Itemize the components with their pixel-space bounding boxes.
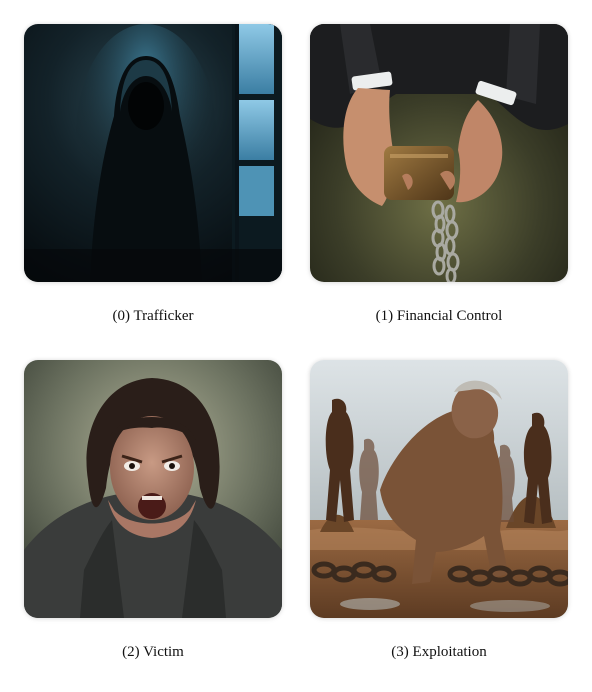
trafficker-image bbox=[24, 24, 282, 282]
exploitation-image bbox=[310, 360, 568, 618]
financial-control-image bbox=[310, 24, 568, 282]
caption-victim: (2) Victim bbox=[122, 644, 184, 660]
caption-exploitation: (3) Exploitation bbox=[391, 644, 487, 660]
victim-image bbox=[24, 360, 282, 618]
caption-trafficker: (0) Trafficker bbox=[112, 308, 194, 324]
caption-financial-control: (1) Financial Control bbox=[375, 308, 503, 324]
